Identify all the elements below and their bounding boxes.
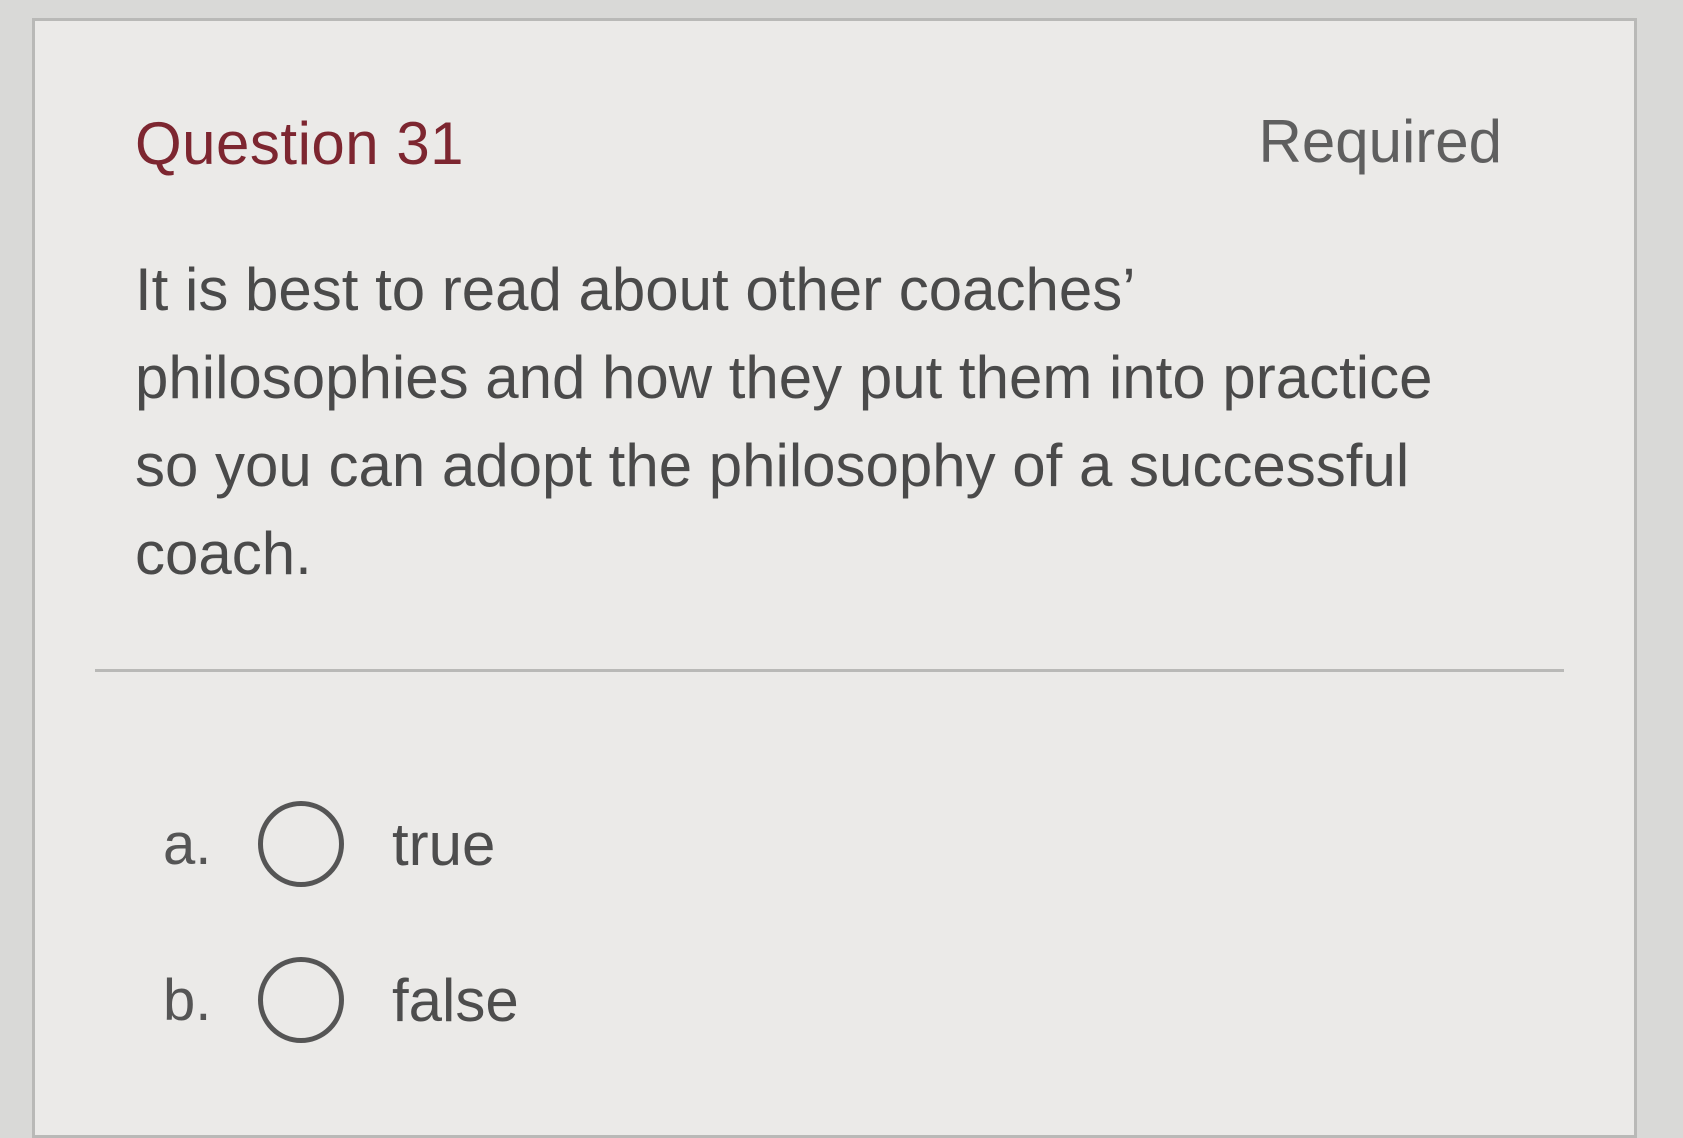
radio-button-true[interactable] xyxy=(258,801,344,887)
radio-button-false[interactable] xyxy=(258,957,344,1043)
answer-options: a. true b. false xyxy=(163,789,519,1101)
question-text: It is best to read about other coaches’ … xyxy=(135,256,1433,587)
question-title: Question 31 xyxy=(135,110,465,177)
option-letter: b. xyxy=(163,967,212,1033)
option-letter: a. xyxy=(163,811,212,877)
option-label[interactable]: true xyxy=(392,810,495,879)
question-card: Question 31 Required It is best to read … xyxy=(32,18,1637,1138)
option-a[interactable]: a. true xyxy=(163,789,519,899)
divider xyxy=(95,669,1564,672)
option-label[interactable]: false xyxy=(392,966,519,1035)
option-b[interactable]: b. false xyxy=(163,945,519,1055)
required-label: Required xyxy=(1258,108,1503,175)
